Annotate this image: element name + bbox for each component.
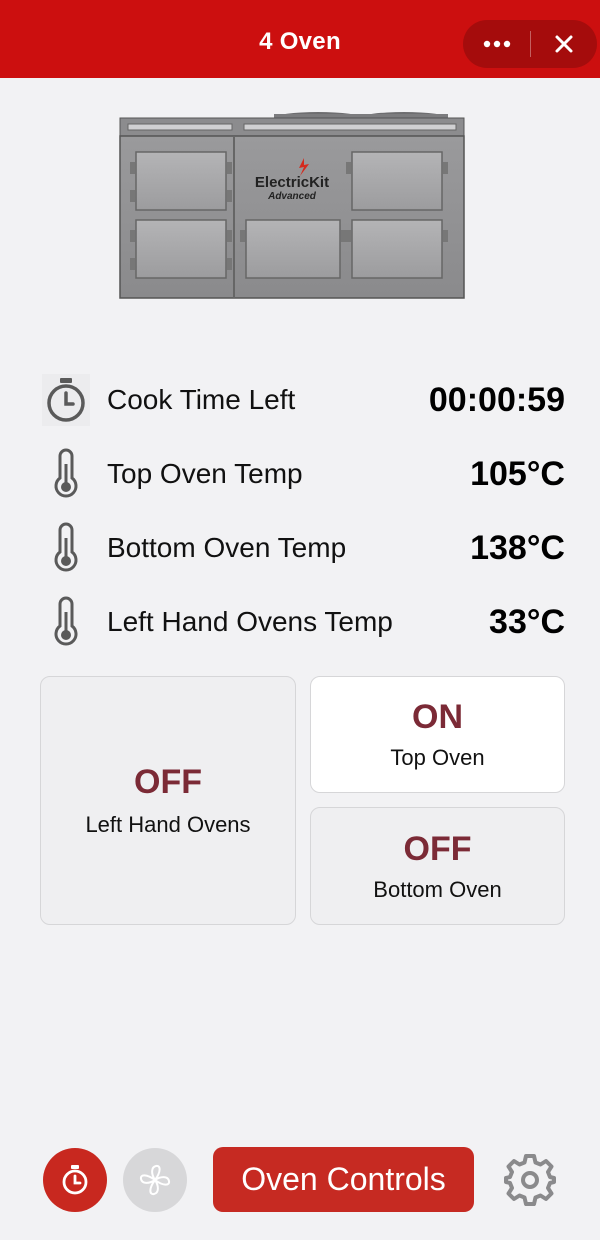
- stat-label: Bottom Oven Temp: [107, 532, 347, 563]
- oven-name: Left Hand Ovens: [85, 812, 251, 837]
- top-oven-toggle[interactable]: ON Top Oven: [310, 676, 565, 793]
- stat-value: 33°C: [489, 602, 565, 641]
- thermometer-icon: [54, 596, 78, 646]
- oven-illustration: ElectricKit Advanced: [119, 112, 465, 299]
- settings-button[interactable]: [500, 1150, 560, 1210]
- stat-row-bottom-oven-temp: Bottom Oven Temp 138°C: [40, 518, 565, 578]
- close-button[interactable]: [531, 20, 597, 68]
- oven-name: Bottom Oven: [373, 876, 502, 902]
- thermometer-icon: [54, 522, 78, 572]
- stopwatch-icon: [62, 1165, 88, 1195]
- thermometer-icon: [54, 448, 78, 498]
- stat-label: Cook Time Left: [107, 384, 296, 415]
- more-dots-icon: [483, 40, 510, 48]
- oven-name: Top Oven: [390, 745, 485, 770]
- oven-controls-button[interactable]: Oven Controls: [213, 1147, 474, 1212]
- stat-value: 00:00:59: [428, 380, 565, 419]
- oven-state: OFF: [403, 829, 472, 868]
- stat-row-top-oven-temp: Top Oven Temp 105°C: [40, 444, 565, 504]
- stopwatch-icon: [42, 374, 90, 426]
- more-button[interactable]: [463, 20, 530, 68]
- stat-value: 138°C: [470, 528, 565, 567]
- brand-text: ElectricKit: [255, 174, 329, 191]
- stat-label: Left Hand Ovens Temp: [107, 606, 393, 637]
- fan-icon: [139, 1164, 171, 1196]
- stat-row-left-hand-ovens-temp: Left Hand Ovens Temp 33°C: [40, 592, 565, 652]
- oven-state: OFF: [134, 763, 202, 801]
- bottom-oven-toggle[interactable]: OFF Bottom Oven: [310, 807, 565, 925]
- oven-state: ON: [412, 698, 463, 736]
- stat-row-cook-time: Cook Time Left 00:00:59: [40, 370, 565, 430]
- mini-program-capsule: [463, 20, 597, 68]
- stat-value: 105°C: [470, 454, 565, 493]
- close-icon: [555, 35, 573, 53]
- gear-icon: [504, 1154, 556, 1206]
- stat-label: Top Oven Temp: [107, 458, 303, 489]
- model-text: Advanced: [267, 191, 317, 202]
- fan-button[interactable]: [123, 1148, 187, 1212]
- timer-button[interactable]: [43, 1148, 107, 1212]
- header-bar: 4 Oven: [0, 0, 600, 78]
- left-hand-ovens-toggle[interactable]: OFF Left Hand Ovens: [40, 676, 296, 925]
